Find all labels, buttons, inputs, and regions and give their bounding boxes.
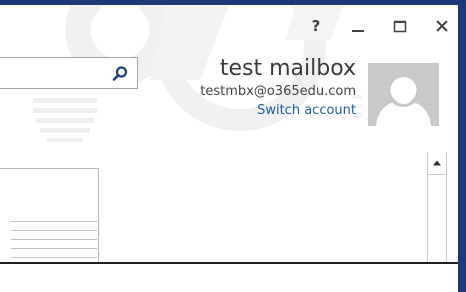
vertical-scrollbar[interactable] [427, 152, 447, 272]
window-controls: ? [306, 14, 452, 38]
search-icon[interactable] [111, 65, 129, 83]
account-name: test mailbox [219, 56, 356, 81]
close-icon [436, 20, 448, 32]
maximize-button[interactable] [390, 16, 410, 36]
help-label: ? [311, 17, 321, 35]
preview-line [11, 239, 97, 240]
preview-line [11, 248, 97, 249]
window-right-border [458, 0, 466, 292]
close-button[interactable] [432, 16, 452, 36]
scroll-up-arrow-icon [433, 160, 441, 166]
minimize-icon [352, 30, 364, 32]
avatar[interactable] [368, 63, 439, 126]
preview-line [11, 221, 97, 222]
minimize-button[interactable] [348, 16, 368, 36]
account-email: testmbx@o365edu.com [200, 84, 356, 99]
window-top-border [0, 0, 466, 5]
bottom-strip [0, 262, 458, 292]
search-input[interactable] [0, 57, 138, 89]
account-info: test mailbox testmbx@o365edu.com Switch … [200, 56, 356, 119]
help-button[interactable]: ? [306, 16, 326, 36]
maximize-icon [393, 20, 407, 33]
backstage-window: ? test mailbox testmbx@o365edu.com Switc… [0, 0, 466, 292]
scroll-up-button[interactable] [428, 152, 446, 175]
preview-line [11, 257, 97, 258]
switch-account-link[interactable]: Switch account [200, 103, 356, 119]
default-user-avatar-icon [368, 63, 439, 126]
bottom-divider [0, 262, 458, 264]
preview-line [11, 230, 97, 231]
